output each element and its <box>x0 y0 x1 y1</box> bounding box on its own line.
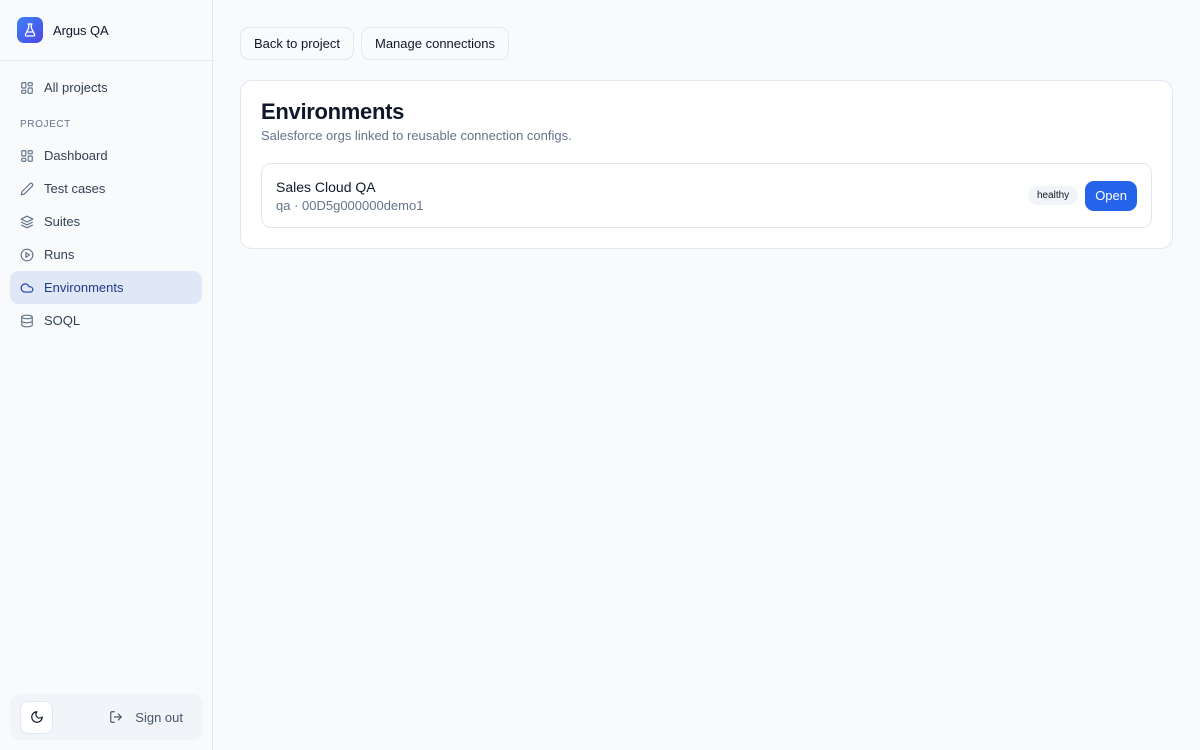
layers-icon <box>20 215 34 229</box>
sidebar-item-label: Test cases <box>44 181 106 196</box>
sidebar-item-all-projects[interactable]: All projects <box>10 71 202 104</box>
brand-name: Argus QA <box>53 22 109 38</box>
sidebar-item-label: Environments <box>44 280 124 295</box>
sign-out-label: Sign out <box>135 709 183 725</box>
environments-card: Environments Salesforce orgs linked to r… <box>240 80 1173 249</box>
environment-actions: healthy Open <box>1027 180 1137 211</box>
status-badge: healthy <box>1027 186 1079 205</box>
sidebar-item-suites[interactable]: Suites <box>10 205 202 238</box>
environment-name: Sales Cloud QA <box>276 178 376 195</box>
sidebar-item-runs[interactable]: Runs <box>10 238 202 271</box>
sidebar-item-label: Runs <box>44 247 75 262</box>
page-title: Environments <box>261 99 405 124</box>
pencil-icon <box>20 182 34 196</box>
manage-connections-button[interactable]: Manage connections <box>361 27 509 60</box>
main-content: Back to project Manage connections Envir… <box>213 0 1200 750</box>
sidebar-footer: Sign out <box>10 694 203 740</box>
cloud-icon <box>20 281 34 295</box>
environment-row: Sales Cloud QA qa · 00D5g000000demo1 hea… <box>261 163 1152 228</box>
sidebar-item-dashboard[interactable]: Dashboard <box>10 139 202 172</box>
section-label-project: PROJECT <box>20 119 71 130</box>
grid-icon <box>20 81 34 95</box>
sidebar: Argus QA All projects PROJECT Dashboard … <box>0 0 213 750</box>
sidebar-item-test-cases[interactable]: Test cases <box>10 172 202 205</box>
moon-icon <box>30 710 44 724</box>
theme-toggle-button[interactable] <box>20 700 53 734</box>
open-environment-button[interactable]: Open <box>1085 180 1137 211</box>
sign-out-button[interactable]: Sign out <box>109 710 193 725</box>
back-to-project-button[interactable]: Back to project <box>240 27 354 60</box>
toolbar: Back to project Manage connections <box>240 27 1173 60</box>
environment-info: Sales Cloud QA qa · 00D5g000000demo1 <box>276 179 423 213</box>
page-subtitle: Salesforce orgs linked to reusable conne… <box>261 128 572 143</box>
brand[interactable]: Argus QA <box>0 0 212 61</box>
log-out-icon <box>109 710 123 724</box>
sidebar-item-label: All projects <box>44 80 108 95</box>
sidebar-item-label: Dashboard <box>44 148 108 163</box>
sidebar-item-label: SOQL <box>44 313 81 328</box>
environment-meta: qa · 00D5g000000demo1 <box>276 197 424 213</box>
database-icon <box>20 314 34 328</box>
sidebar-item-label: Suites <box>44 214 81 229</box>
flask-icon <box>17 17 43 43</box>
sidebar-item-soql[interactable]: SOQL <box>10 304 202 337</box>
app-root: Argus QA All projects PROJECT Dashboard … <box>0 0 1200 750</box>
sidebar-item-environments[interactable]: Environments <box>10 271 202 304</box>
grid-icon <box>20 149 34 163</box>
play-circle-icon <box>20 248 34 262</box>
